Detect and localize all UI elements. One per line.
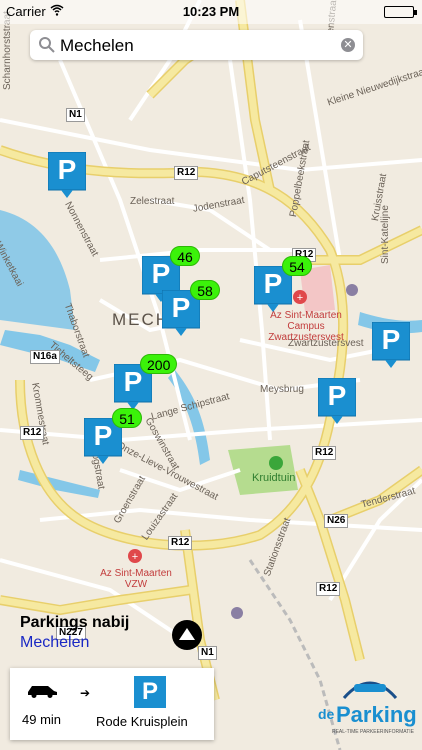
- parking-marker[interactable]: P: [317, 377, 357, 424]
- parking-marker-label: P: [381, 324, 401, 355]
- clock: 10:23 PM: [182, 4, 240, 19]
- free-spaces-badge: 200: [140, 354, 178, 374]
- nearby-city-link[interactable]: Mechelen: [20, 634, 89, 652]
- car-icon: [26, 682, 58, 703]
- deparking-logo: de Parking REAL-TIME PARKEERINFORMATIE: [318, 672, 417, 744]
- parking-marker[interactable]: P: [47, 151, 87, 198]
- search-input[interactable]: [58, 34, 332, 58]
- logo-prefix: de: [318, 706, 335, 722]
- status-bar: Carrier 10:23 PM: [0, 0, 422, 24]
- street-label: Zelestraat: [130, 196, 175, 207]
- parking-suggestion-card[interactable]: ➔ P 49 min Rode Kruisplein: [10, 668, 214, 740]
- free-spaces-badge: 54: [282, 256, 312, 276]
- road-shield: N1: [198, 646, 217, 660]
- search-icon: [38, 36, 56, 54]
- road-shield: R12: [316, 582, 341, 596]
- logo-name: Parking: [336, 702, 417, 727]
- street-label: Meysbrug: [260, 384, 304, 395]
- road-shield: R12: [20, 426, 45, 440]
- free-spaces-badge: 51: [112, 408, 142, 428]
- destination-name: Rode Kruisplein: [96, 714, 188, 729]
- free-spaces-badge: 58: [190, 280, 220, 300]
- road-shield: N1: [66, 108, 85, 122]
- road-shield: R12: [312, 446, 337, 460]
- road-shield: R12: [168, 536, 193, 550]
- poi-label: Az Sint-Maarten VZW: [100, 568, 172, 590]
- parking-p-icon: P: [134, 676, 166, 708]
- nearby-parkings-title: Parkings nabij: [20, 614, 130, 631]
- clear-search-icon[interactable]: ✕: [341, 38, 355, 52]
- svg-text:+: +: [132, 551, 138, 563]
- expand-list-button[interactable]: [172, 620, 202, 650]
- parking-marker[interactable]: P: [371, 321, 411, 368]
- free-spaces-badge: 46: [170, 246, 200, 266]
- parking-marker-label: P: [327, 380, 347, 411]
- road-shield: N26: [324, 514, 349, 528]
- logo-tagline: REAL-TIME PARKEERINFORMATIE: [331, 729, 414, 735]
- svg-text:+: +: [297, 292, 303, 304]
- travel-duration: 49 min: [22, 712, 62, 727]
- arrow-icon: ➔: [80, 686, 91, 700]
- road-shield: N16a: [30, 350, 60, 364]
- road-shield: R12: [174, 166, 199, 180]
- battery-icon: [384, 6, 417, 18]
- parking-marker-label: P: [57, 154, 77, 185]
- search-bar[interactable]: ✕: [30, 30, 363, 60]
- poi-label: Kruidtuin: [252, 472, 296, 484]
- poi-label: Az Sint-Maarten Campus Zwartzustersvest: [268, 310, 344, 343]
